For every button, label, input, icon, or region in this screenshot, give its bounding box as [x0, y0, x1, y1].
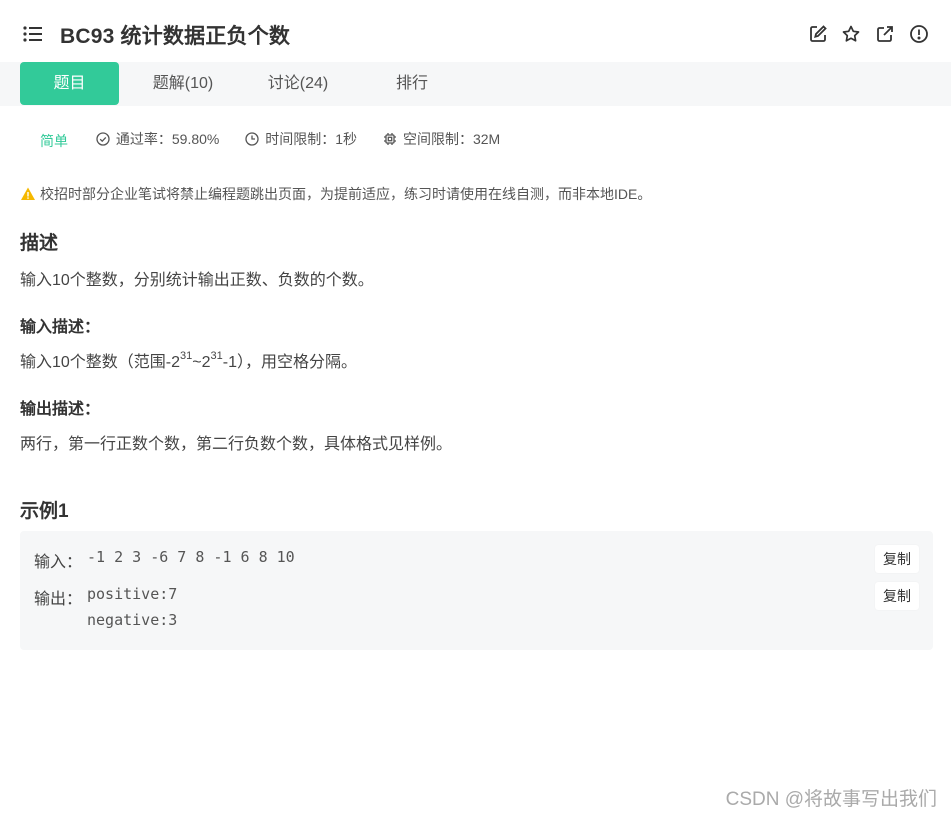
tab-problem[interactable]: 题目	[20, 62, 119, 105]
copy-input-button[interactable]: 复制	[875, 545, 919, 573]
input-desc-text: 输入10个整数（范围-231~231-1），用空格分隔。	[20, 350, 358, 372]
exponent: 31	[210, 350, 223, 362]
star-icon[interactable]	[841, 24, 861, 44]
warning-icon	[21, 187, 35, 200]
description-text: 输入10个整数，分别统计输出正数、负数的个数。	[20, 272, 374, 289]
watermark: CSDN @将故事写出我们	[725, 789, 937, 810]
example-input-value: -1 2 3 -6 7 8 -1 6 8 10	[87, 548, 295, 566]
time-limit: 时间限制：1秒	[245, 129, 357, 149]
example-output-label: 输出：	[34, 591, 83, 608]
pass-rate-text: 通过率：59.80%	[115, 131, 220, 147]
problem-title: BC93 统计数据正负个数	[60, 25, 291, 48]
check-circle-icon	[96, 132, 110, 146]
pass-rate: 通过率：59.80%	[96, 129, 219, 149]
tab-ranking[interactable]: 排行	[362, 62, 462, 105]
chip-icon	[383, 133, 396, 145]
problem-meta: 简单 通过率：59.80% 时间限制：1秒 空间限制：32M	[40, 129, 522, 149]
notice-text: 校招时部分企业笔试将禁止编程题跳出页面，为提前适应，练习时请使用在线自测，而非本…	[40, 186, 652, 202]
input-desc-heading: 输入描述：	[20, 319, 101, 336]
example-heading: 示例1	[20, 501, 69, 522]
example-output-line-2: negative:3	[87, 611, 178, 629]
notice-bar: 校招时部分企业笔试将禁止编程题跳出页面，为提前适应，练习时请使用在线自测，而非本…	[20, 184, 651, 204]
example-box: 输入： -1 2 3 -6 7 8 -1 6 8 10 复制 输出： posit…	[20, 531, 933, 650]
edit-icon[interactable]	[808, 24, 828, 44]
example-output-line-1: positive:7	[87, 585, 178, 603]
list-menu-icon[interactable]	[22, 24, 44, 44]
tab-discussion[interactable]: 讨论(24)	[248, 62, 348, 105]
tab-solutions[interactable]: 题解(10)	[133, 62, 233, 105]
problem-header: BC93 统计数据正负个数	[0, 0, 951, 62]
difficulty-badge: 简单	[40, 133, 68, 149]
clock-icon	[245, 132, 259, 146]
output-desc-heading: 输出描述：	[20, 401, 101, 418]
output-desc-text: 两行，第一行正数个数，第二行负数个数，具体格式见样例。	[20, 436, 453, 453]
report-icon[interactable]	[909, 24, 929, 44]
copy-output-button[interactable]: 复制	[875, 582, 919, 610]
space-limit: 空间限制：32M	[383, 129, 500, 149]
example-input-label: 输入：	[34, 554, 83, 571]
space-limit-text: 空间限制：32M	[402, 131, 501, 147]
exponent: 31	[180, 350, 193, 362]
description-heading: 描述	[20, 233, 59, 254]
time-limit-text: 时间限制：1秒	[265, 131, 358, 147]
problem-tabs: 题目 题解(10) 讨论(24) 排行	[0, 62, 951, 106]
external-link-icon[interactable]	[875, 24, 895, 44]
